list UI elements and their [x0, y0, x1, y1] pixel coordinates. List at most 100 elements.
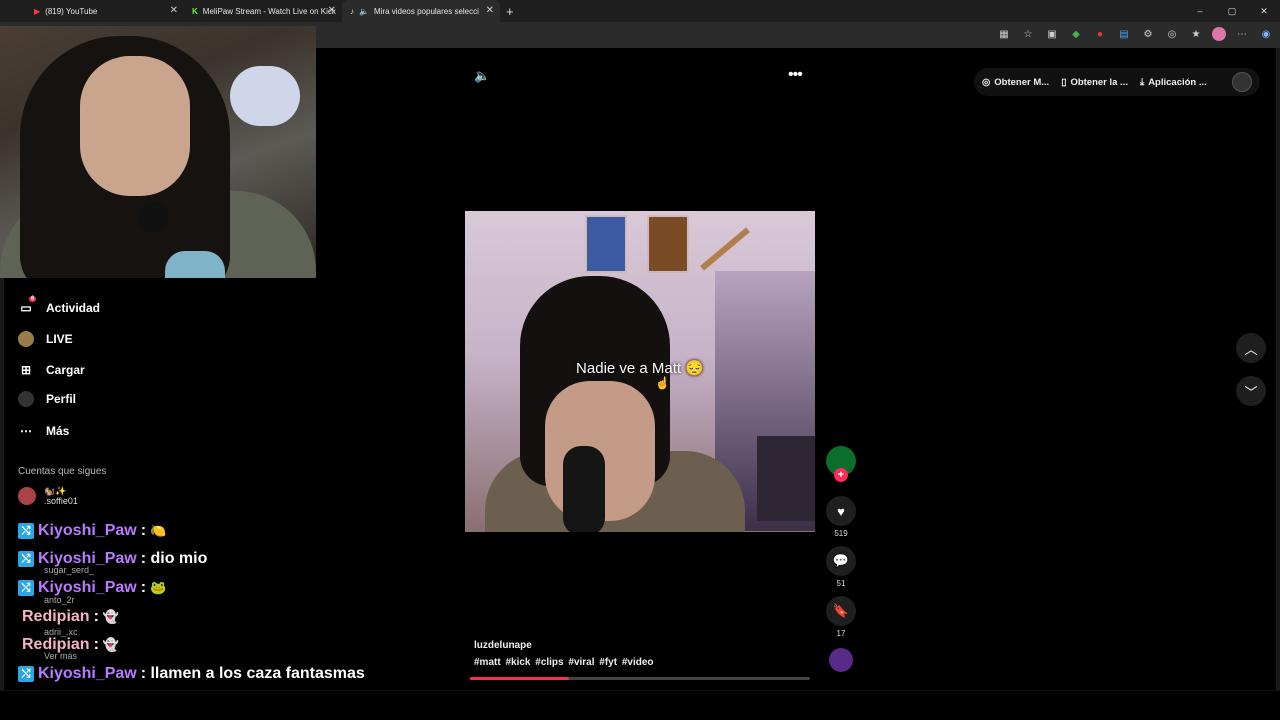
chevron-down-icon: ﹀	[1244, 384, 1258, 400]
plush-toy	[230, 66, 300, 126]
chat-emote: 👻	[102, 637, 120, 652]
video-player[interactable]: Nadie ve a Matt 😔	[465, 211, 815, 532]
poster	[585, 215, 627, 273]
chat-message: ⤭ Kiyoshi_Paw : llamen a los caza fantas…	[18, 665, 365, 683]
close-icon[interactable]: ✕	[170, 5, 178, 16]
chat-message: Redipian : 👻	[22, 608, 119, 626]
extension-icon[interactable]: ◎	[1164, 29, 1180, 40]
follow-plus-icon[interactable]: +	[834, 468, 848, 482]
chat-username: Redipian	[22, 636, 90, 653]
video-hashtags[interactable]: #matt #kick #clips #viral #fyt #video	[474, 657, 654, 668]
sidebar-item-label: Cargar	[46, 363, 85, 377]
sidebar-item-label: LIVE	[46, 332, 73, 346]
close-icon[interactable]: ✕	[328, 5, 336, 16]
chat-message: ⤭ Kiyoshi_Paw : 🐸	[18, 579, 166, 597]
sidebar-icon[interactable]: ▣	[1044, 29, 1060, 40]
comment-count: 51	[836, 579, 846, 588]
following-section-title: Cuentas que sigues	[18, 466, 107, 477]
star-icon[interactable]: ☆	[1020, 29, 1036, 40]
phone-icon: ▯	[1061, 76, 1067, 88]
account-name: .soffie01	[44, 496, 78, 506]
translate-icon[interactable]: ▤	[1116, 29, 1132, 40]
chat-text: :	[140, 522, 147, 539]
apps-icon[interactable]: ▦	[996, 29, 1012, 40]
tab-title: Mira videos populares selecci	[373, 6, 479, 16]
sidebar-item-live[interactable]: LIVE	[18, 331, 73, 347]
more-icon[interactable]: ⋯	[1234, 29, 1250, 40]
minimize-button[interactable]: –	[1184, 0, 1216, 22]
bookmark-icon: 🔖	[832, 603, 850, 618]
close-icon[interactable]: ✕	[486, 5, 494, 16]
chat-emote: 🐸	[150, 580, 167, 595]
window-controls: – ▢ ✕	[1184, 0, 1280, 22]
save-button[interactable]: 🔖	[826, 596, 856, 626]
chat-emote: 🍋	[150, 523, 167, 538]
chat-username: Kiyoshi_Paw	[38, 579, 137, 596]
extension-icon[interactable]: ●	[1092, 29, 1108, 40]
notification-badge: 6	[29, 296, 37, 302]
sidebar-item-label: Perfil	[46, 392, 77, 406]
video-options-icon[interactable]: •••	[788, 66, 803, 84]
desktop-app-button[interactable]: ⤓ Aplicación ...	[1140, 77, 1207, 88]
get-coins-button[interactable]: ◎ Obtener M...	[982, 77, 1049, 88]
more-icon: ⋯	[20, 424, 32, 438]
tab-title: MeliPaw Stream - Watch Live on Kick	[202, 6, 336, 16]
account-emoji: 🐿️✨	[44, 486, 67, 496]
following-account[interactable]: 🐿️✨ .soffie01	[18, 486, 78, 506]
sidebar-item-activity[interactable]: ▭ 6 Actividad	[18, 296, 100, 316]
user-avatar[interactable]	[1232, 72, 1252, 92]
sidebar-item-more[interactable]: ⋯ Más	[18, 423, 69, 439]
poster	[647, 215, 689, 273]
copilot-icon[interactable]: ◉	[1258, 29, 1274, 40]
video-author[interactable]: luzdelunape	[474, 640, 654, 651]
tab-title: (819) YouTube	[45, 6, 98, 16]
chevron-up-icon: ︿	[1244, 341, 1258, 357]
chat-username: Redipian	[22, 608, 90, 625]
kick-icon: K	[192, 6, 198, 16]
sound-disc-icon[interactable]	[829, 648, 853, 672]
heart-icon: ♥	[837, 503, 845, 519]
close-window-button[interactable]: ✕	[1248, 0, 1280, 22]
volume-icon[interactable]: 🔈	[474, 68, 490, 84]
chat-emote: 👻	[102, 609, 120, 624]
live-icon	[18, 331, 34, 347]
sidebar-item-profile[interactable]: Perfil	[18, 391, 76, 407]
browser-toolbar: ▦ ☆ ▣ ◆ ● ▤ ⚙ ◎ ★ ⋯ ◉	[996, 27, 1274, 41]
video-progress-bar[interactable]	[470, 677, 810, 680]
favorites-icon[interactable]: ★	[1188, 29, 1204, 40]
coin-icon: ◎	[982, 76, 991, 88]
video-meta: luzdelunape #matt #kick #clips #viral #f…	[474, 640, 654, 668]
comment-button[interactable]: 💬	[826, 546, 856, 576]
save-count: 17	[836, 629, 846, 638]
chat-username: Kiyoshi_Paw	[38, 665, 137, 682]
extension-icon[interactable]: ◆	[1068, 29, 1084, 40]
kick-badge-icon: ⤭	[18, 523, 34, 539]
tab-tiktok[interactable]: ♪ 🔈 Mira videos populares selecci ✕	[342, 0, 500, 22]
plush-toy	[165, 251, 225, 278]
download-icon: ⤓	[1139, 76, 1145, 88]
tiktok-icon: ♪	[350, 6, 354, 16]
video-caption: Nadie ve a Matt 😔	[576, 360, 704, 377]
streamer-face	[80, 56, 190, 196]
chat-username: Kiyoshi_Paw	[38, 550, 137, 567]
new-tab-button[interactable]: +	[506, 4, 514, 19]
chat-text: :	[140, 579, 147, 596]
activity-icon: ▭	[20, 301, 32, 315]
tab-kick[interactable]: K MeliPaw Stream - Watch Live on Kick ✕	[184, 0, 342, 22]
sidebar-item-upload[interactable]: ⊞ Cargar	[18, 362, 85, 378]
profile-avatar[interactable]	[1212, 27, 1226, 41]
creator-avatar[interactable]: +	[826, 446, 856, 482]
frame-border	[1276, 48, 1280, 690]
tab-youtube[interactable]: ▶ (819) YouTube ✕	[26, 0, 184, 22]
extension-icon[interactable]: ⚙	[1140, 29, 1156, 40]
chat-text: : dio mio	[140, 550, 208, 567]
chat-text: :	[93, 636, 99, 653]
previous-video-button[interactable]: ︿	[1236, 333, 1266, 363]
like-button[interactable]: ♥	[826, 496, 856, 526]
chat-text: : llamen a los caza fantasmas	[140, 665, 365, 682]
mouse-cursor-icon: ☝	[655, 376, 670, 390]
taskbar-area	[0, 690, 1280, 720]
next-video-button[interactable]: ﹀	[1236, 376, 1266, 406]
maximize-button[interactable]: ▢	[1216, 0, 1248, 22]
get-app-button[interactable]: ▯ Obtener la ...	[1061, 77, 1128, 88]
